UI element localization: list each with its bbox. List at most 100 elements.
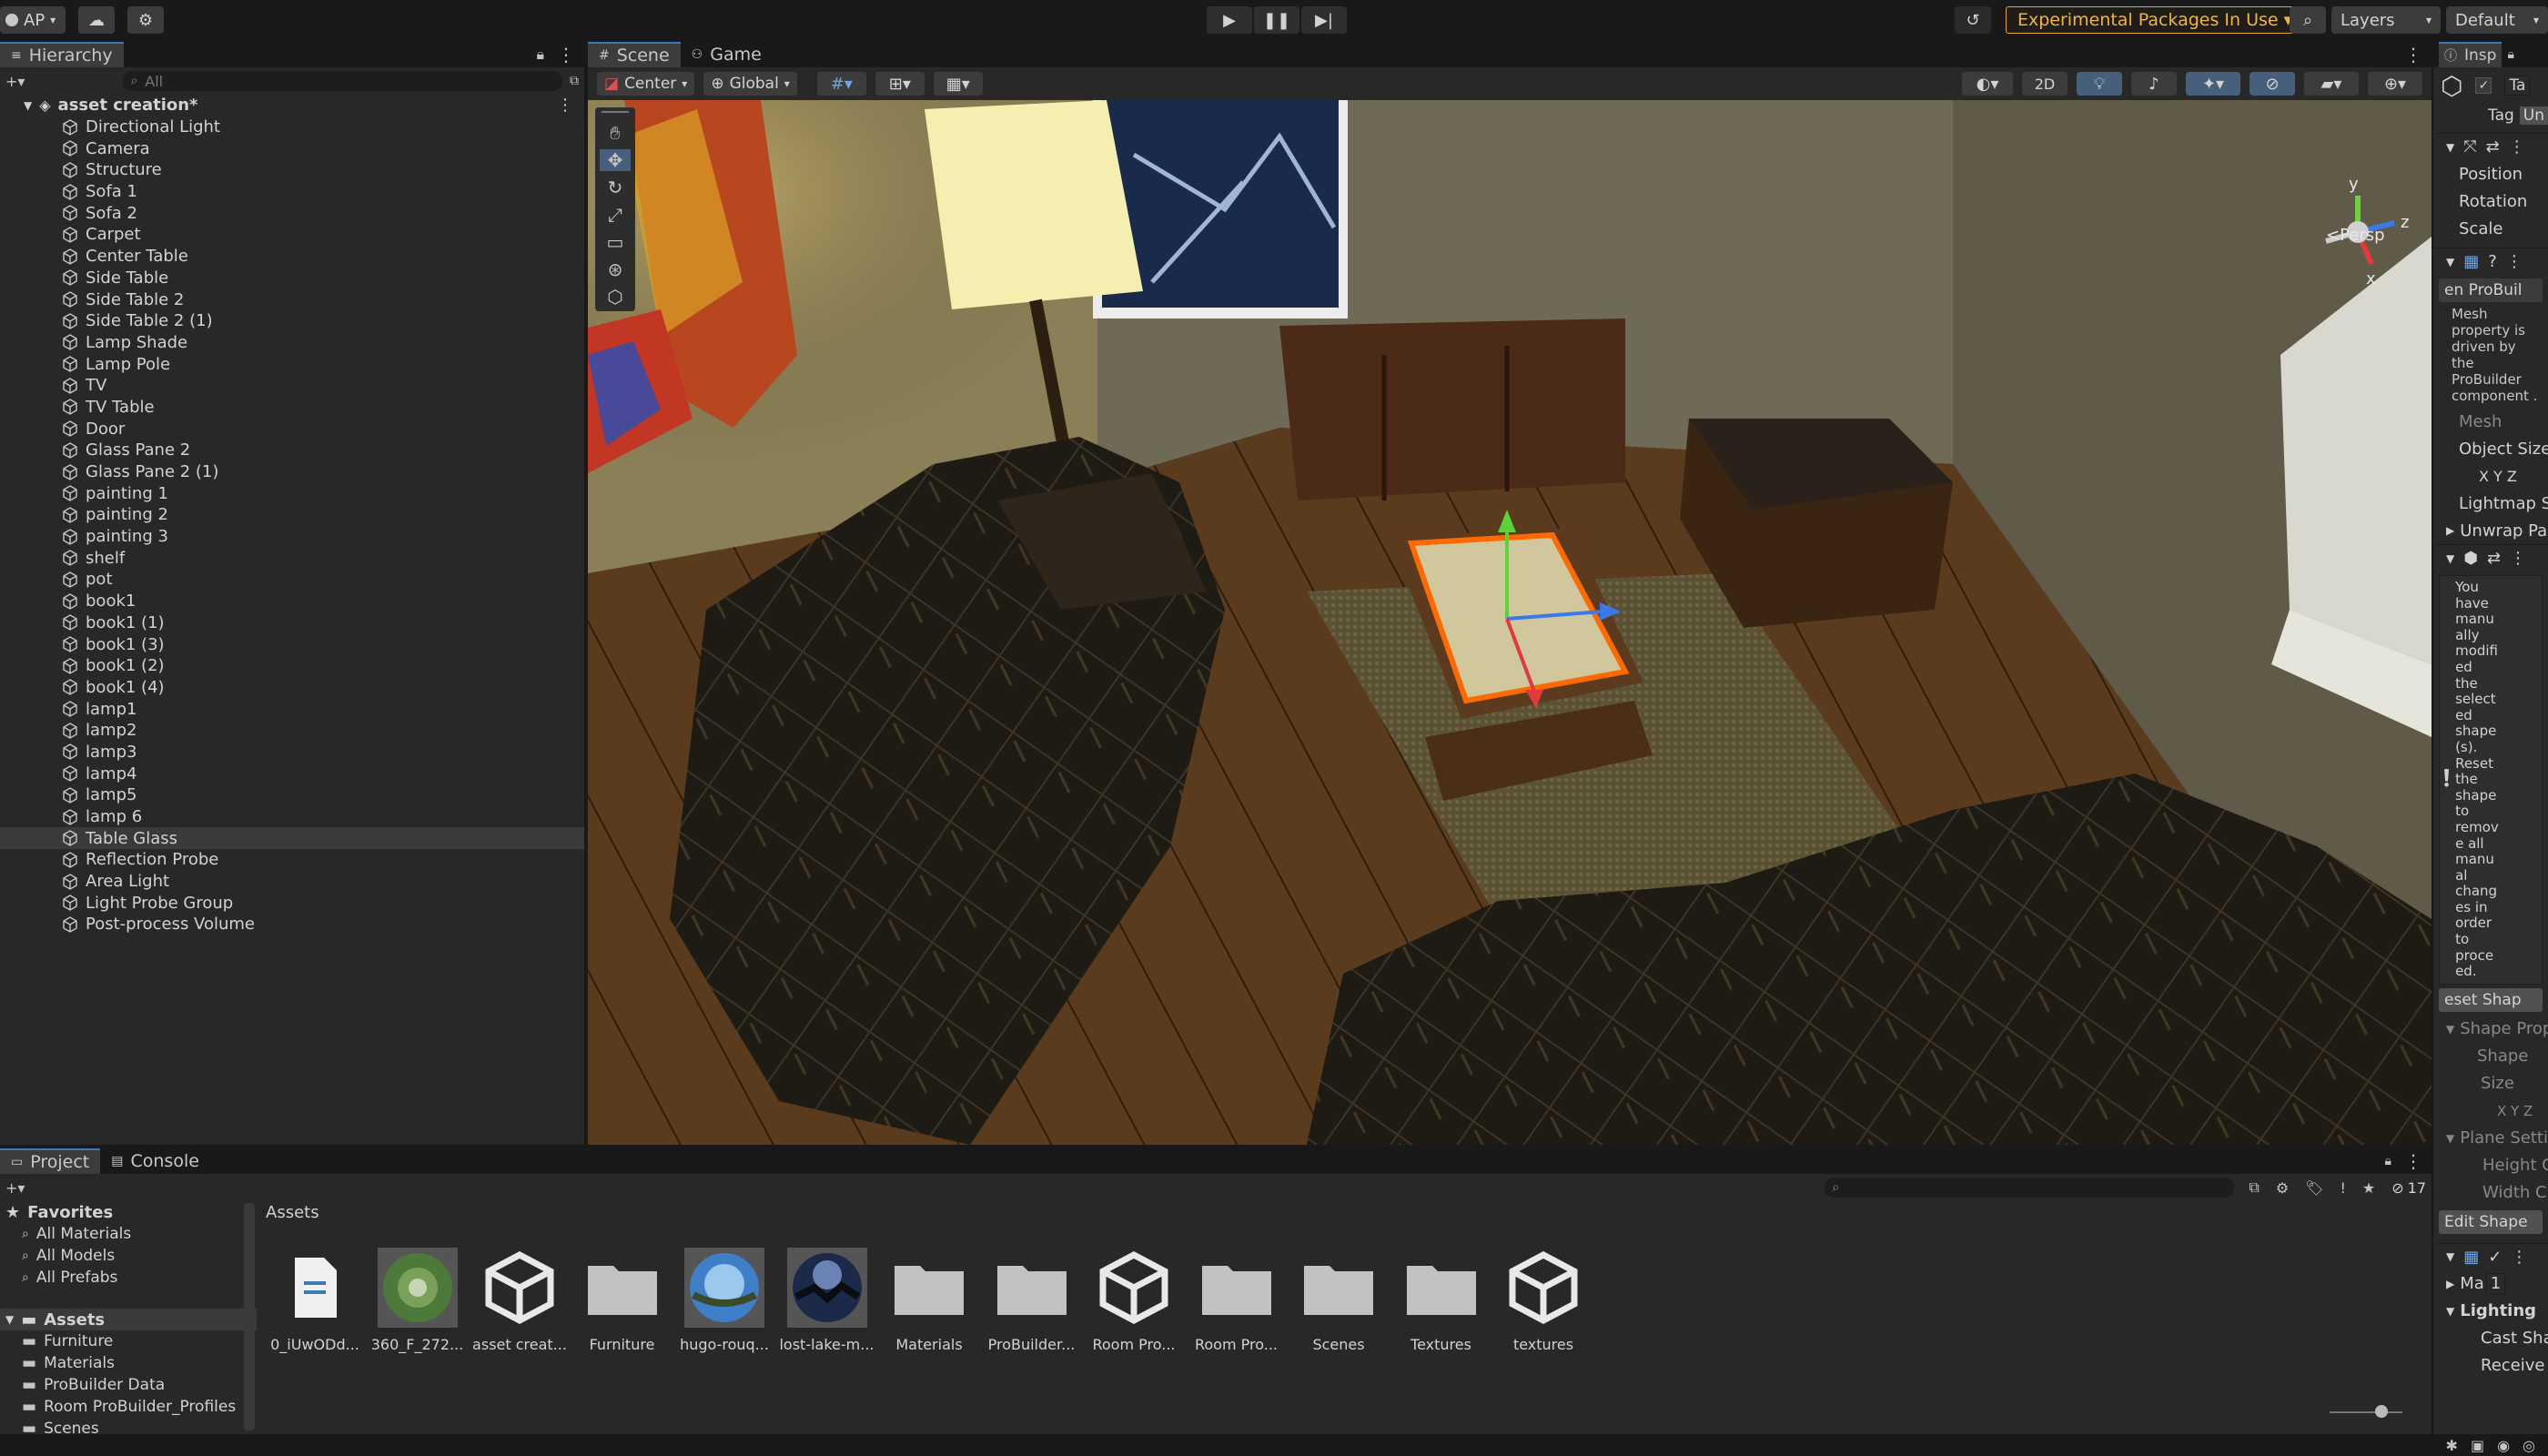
step-button[interactable]: ▶| bbox=[1301, 6, 1347, 34]
play-button[interactable]: ▶ bbox=[1207, 6, 1252, 34]
asset-item[interactable]: Textures bbox=[1390, 1247, 1492, 1353]
hierarchy-item[interactable]: Door bbox=[0, 418, 584, 440]
asset-item[interactable]: Room Pro... bbox=[1083, 1247, 1185, 1353]
hierarchy-item[interactable]: Reflection Probe bbox=[0, 849, 584, 871]
plane-settings-row[interactable]: ▼Plane Settin bbox=[2433, 1125, 2548, 1152]
add-icon[interactable]: +▾ bbox=[5, 1179, 25, 1197]
asset-item[interactable]: hugo-rouq... bbox=[673, 1247, 775, 1353]
kebab-menu-icon[interactable]: ⋮ bbox=[2509, 137, 2525, 157]
hierarchy-item[interactable]: Glass Pane 2 bbox=[0, 440, 584, 461]
rect-tool-icon[interactable]: ▭ bbox=[607, 231, 624, 253]
transform-tool-icon[interactable]: ⊛ bbox=[608, 258, 623, 280]
asset-item[interactable]: Room Pro... bbox=[1186, 1247, 1288, 1353]
asset-item[interactable]: textures bbox=[1492, 1247, 1594, 1353]
folder-item[interactable]: ▬ Furniture bbox=[0, 1330, 257, 1352]
hierarchy-item[interactable]: painting 2 bbox=[0, 504, 584, 526]
hierarchy-item[interactable]: Glass Pane 2 (1) bbox=[0, 461, 584, 483]
hidden-objects-toggle[interactable]: ⊘ bbox=[2250, 72, 2295, 96]
lock-icon[interactable]: 🔒︎ bbox=[2507, 47, 2513, 62]
layers-dropdown[interactable]: Layers ▾ bbox=[2331, 6, 2441, 34]
move-tool-icon[interactable]: ✥ bbox=[600, 149, 631, 171]
favorite-item[interactable]: ⌕ All Models bbox=[0, 1245, 257, 1267]
help-icon[interactable]: ? bbox=[2488, 252, 2497, 271]
hierarchy-item[interactable]: Side Table 2 bbox=[0, 288, 584, 310]
hierarchy-item[interactable]: TV bbox=[0, 375, 584, 397]
hierarchy-item[interactable]: Structure bbox=[0, 159, 584, 181]
favorite-item[interactable]: ⌕ All Prefabs bbox=[0, 1267, 257, 1289]
hierarchy-item[interactable]: TV Table bbox=[0, 397, 584, 419]
tab-hierarchy[interactable]: ≡ Hierarchy bbox=[0, 42, 124, 67]
scale-tool-icon[interactable]: ⤢ bbox=[608, 204, 622, 226]
hierarchy-item[interactable]: lamp1 bbox=[0, 698, 584, 720]
hierarchy-item[interactable]: lamp3 bbox=[0, 742, 584, 763]
asset-item[interactable]: Scenes bbox=[1288, 1247, 1390, 1353]
asset-item[interactable]: 360_F_272... bbox=[367, 1247, 469, 1353]
grid-visibility-button[interactable]: ▦▾ bbox=[933, 72, 983, 96]
mesh-renderer-header[interactable]: ▼ ▦ ✓ ⋮ bbox=[2433, 1242, 2548, 1270]
expand-arrow-icon[interactable]: ▼ bbox=[24, 99, 32, 112]
custom-tool-icon[interactable]: ⬡ bbox=[607, 286, 622, 308]
kebab-menu-icon[interactable]: ⋮ bbox=[557, 44, 575, 66]
scene-filter-icon[interactable]: ⧉ bbox=[570, 74, 579, 88]
asset-item[interactable]: 0_iUwODd... bbox=[264, 1247, 366, 1353]
kebab-menu-icon[interactable]: ⋮ bbox=[2510, 549, 2526, 568]
probuilder-shape-header[interactable]: ▼ ⬢ ⇄ ⋮ bbox=[2433, 544, 2548, 571]
asset-item[interactable]: Materials bbox=[878, 1247, 980, 1353]
hierarchy-item[interactable]: Lamp Pole bbox=[0, 353, 584, 375]
add-icon[interactable]: +▾ bbox=[5, 73, 25, 90]
tree-scrollbar[interactable] bbox=[244, 1203, 255, 1431]
increment-snap-button[interactable]: ⊞▾ bbox=[875, 72, 925, 96]
hierarchy-item[interactable]: painting 1 bbox=[0, 482, 584, 504]
hierarchy-item[interactable]: Lamp Shade bbox=[0, 332, 584, 354]
warning-filter-icon[interactable]: ! bbox=[2340, 1179, 2345, 1197]
unwrap-row[interactable]: ▶ Unwrap Par bbox=[2433, 517, 2548, 544]
palette-grip[interactable] bbox=[602, 111, 629, 116]
layout-dropdown[interactable]: Default ▾ bbox=[2446, 6, 2548, 34]
active-checkbox[interactable]: ✓ bbox=[2475, 77, 2492, 94]
hierarchy-item[interactable]: Light Probe Group bbox=[0, 892, 584, 914]
preset-icon[interactable]: ⇄ bbox=[2486, 137, 2500, 157]
toggle-2d-button[interactable]: 2D bbox=[2022, 72, 2068, 96]
persp-label[interactable]: <Persp bbox=[2326, 226, 2385, 245]
hierarchy-item[interactable]: Carpet bbox=[0, 224, 584, 246]
tab-game[interactable]: ⚇ Game bbox=[681, 42, 773, 67]
pause-button[interactable]: ❚❚ bbox=[1254, 6, 1299, 34]
effects-dropdown[interactable]: ✦▾ bbox=[2186, 72, 2240, 96]
star-icon[interactable]: ★ bbox=[2362, 1179, 2375, 1197]
tag-dropdown[interactable]: Un bbox=[2519, 106, 2548, 125]
tab-inspector[interactable]: ⓘ Insp bbox=[2439, 42, 2502, 67]
gizmos-dropdown[interactable]: ⊕▾ bbox=[2368, 72, 2422, 96]
open-probuilder-button[interactable]: en ProBuil bbox=[2439, 278, 2543, 302]
collab-icon[interactable]: ◉ bbox=[2497, 1437, 2510, 1454]
grid-snap-button[interactable]: #▾ bbox=[816, 72, 866, 96]
folder-item[interactable]: ▬ Materials bbox=[0, 1352, 257, 1374]
materials-count[interactable]: 1 bbox=[2485, 1273, 2506, 1295]
hierarchy-item[interactable]: Side Table 2 (1) bbox=[0, 310, 584, 332]
lighting-status-icon[interactable]: ◎ bbox=[2523, 1437, 2535, 1454]
hierarchy-item[interactable]: lamp2 bbox=[0, 720, 584, 742]
kebab-menu-icon[interactable]: ⋮ bbox=[557, 96, 573, 115]
search-by-label-icon[interactable]: ⚙ bbox=[2276, 1179, 2289, 1197]
favorite-item[interactable]: ⌕ All Materials bbox=[0, 1223, 257, 1245]
reset-shape-button[interactable]: eset Shap bbox=[2439, 987, 2543, 1012]
lock-icon[interactable]: 🔒︎ bbox=[536, 46, 544, 64]
experimental-packages-badge[interactable]: Experimental Packages In Use ▾ bbox=[2006, 6, 2305, 34]
kebab-menu-icon[interactable]: ⋮ bbox=[2511, 1248, 2527, 1267]
pivot-dropdown[interactable]: ◪ Center ▾ bbox=[597, 72, 695, 96]
shape-props-row[interactable]: ▼ Shape Prop bbox=[2433, 1016, 2548, 1043]
tag-icon[interactable]: 🏷︎ bbox=[2305, 1179, 2323, 1197]
hierarchy-item[interactable]: book1 (3) bbox=[0, 633, 584, 655]
folder-item[interactable]: ▬ Room ProBuilder_Profiles bbox=[0, 1396, 257, 1418]
project-search-input[interactable]: ⌕ bbox=[1825, 1178, 2235, 1198]
hierarchy-item[interactable]: shelf bbox=[0, 547, 584, 569]
hierarchy-item[interactable]: Table Glass bbox=[0, 827, 584, 850]
hierarchy-item[interactable]: book1 bbox=[0, 591, 584, 612]
scene-root-row[interactable]: ▼ ◈ asset creation* ⋮ bbox=[0, 95, 584, 116]
hierarchy-item[interactable]: book1 (2) bbox=[0, 655, 584, 677]
bug-icon[interactable]: ✱ bbox=[2446, 1437, 2458, 1454]
materials-row[interactable]: ▶ Ma 1 bbox=[2433, 1270, 2548, 1298]
asset-item[interactable]: lost-lake-m... bbox=[776, 1247, 878, 1353]
tab-console[interactable]: ▤ Console bbox=[100, 1148, 210, 1174]
hierarchy-item[interactable]: Directional Light bbox=[0, 116, 584, 138]
package-icon[interactable]: ▣ bbox=[2471, 1437, 2484, 1454]
